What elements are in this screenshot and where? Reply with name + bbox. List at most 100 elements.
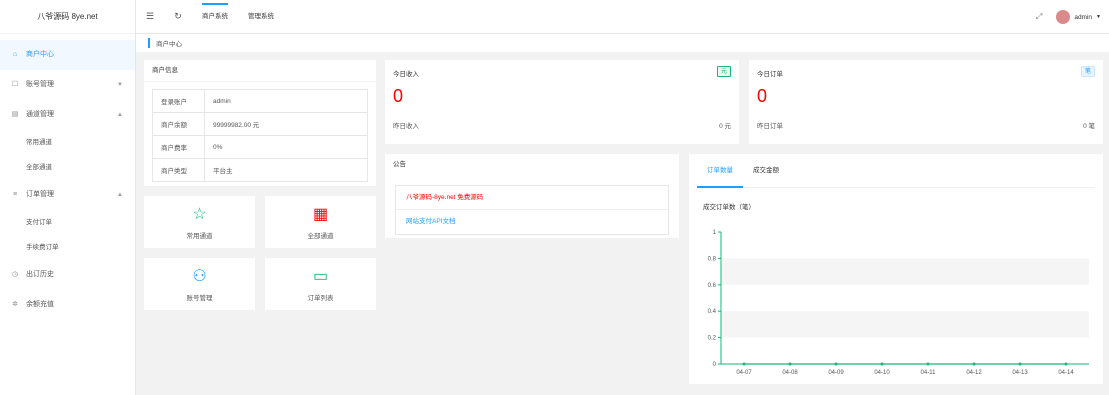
orders-unit-badge: 笔 [1080,66,1095,77]
sidebar-item-orders[interactable]: ≡ 订单管理 ▲ [0,180,135,210]
row-key: 登录账户 [152,89,205,113]
orders-card: 今日订单 笔 0 昨日订单 0 笔 [749,60,1103,144]
orders-title: 今日订单 [757,71,783,78]
row-value: 99999982.00 元 [204,112,368,136]
gear-icon: ✲ [12,301,18,308]
x-tick-label: 04-08 [782,370,798,376]
sidebar-item-accounts[interactable]: ☐ 账号管理 ▼ [0,70,135,100]
caret-down-icon: ▼ [1096,14,1101,20]
x-tick-label: 04-13 [1012,370,1028,376]
orders-yesterday-label: 昨日订单 [757,123,783,130]
quick-accounts[interactable]: ⚇ 账号管理 [144,258,255,310]
x-tick-label: 04-11 [921,370,937,376]
home-icon: ⌂ [12,51,18,58]
breadcrumb: 商户中心 [136,34,1109,52]
row-key: 商户费率 [152,135,205,159]
row-value: 0% [204,135,368,159]
sidebar-subitem-all-channels[interactable]: 全部通道 [0,155,135,180]
x-tick-label: 04-14 [1058,370,1074,376]
income-unit-badge: 元 [716,66,731,77]
menu-toggle-icon[interactable]: ☰ [136,11,164,22]
quick-label: 常用通道 [186,233,213,240]
x-tick-label: 04-10 [874,370,890,376]
data-point [1064,362,1068,366]
quick-label: 全部通道 [307,233,334,240]
notice-card: 公告 八爷源码-8ye.net 免费源码 网站支付API文档 [385,154,679,238]
account-card: 商户信息 登录账户 admin 商户余额 99999982.00 元 商户费率 0% … [144,60,376,186]
sidebar-item-merchant-center[interactable]: ⌂ 商户中心 [0,40,135,70]
income-value: 0 [393,86,404,106]
sidebar-item-channels[interactable]: ▤ 通道管理 ▲ [0,100,135,130]
star-icon: ☆ [192,206,207,223]
sidebar-item-label: 订单管理 [26,191,54,198]
top-link-merchant[interactable]: 商户系统 [192,0,238,34]
sidebar-item-label: 商户中心 [26,51,54,58]
row-key: 商户类型 [152,158,205,182]
row-value: admin [204,89,368,113]
orders-value: 0 [757,86,768,106]
data-point [834,362,838,366]
sidebar-item-label: 余额充值 [26,301,54,308]
user-icon: ☐ [11,81,19,88]
data-point [926,362,930,366]
sidebar-subitem-fee-orders[interactable]: 手续费订单 [0,235,135,260]
grid-band [721,311,1089,338]
user-name: admin [1074,13,1093,21]
sidebar-item-label: 出订历史 [26,271,54,278]
sidebar-subitem-pay-orders[interactable]: 支付订单 [0,210,135,235]
y-tick-label: 0 [713,362,717,368]
data-point [1018,362,1022,366]
quick-label: 订单列表 [307,295,334,302]
notice-link[interactable]: 网站支付API文档 [396,210,668,234]
notice-title: 公告 [393,161,406,168]
income-card: 今日收入 元 0 昨日收入 0 元 [385,60,739,144]
row-value: 平台主 [204,158,368,182]
y-tick-label: 0.8 [708,256,717,262]
refresh-icon[interactable]: ↻ [164,11,192,22]
quick-label: 账号管理 [186,295,213,302]
grid-icon: ▦ [312,206,329,223]
breadcrumb-label: 商户中心 [156,41,182,48]
x-tick-label: 04-09 [828,370,844,376]
avatar [1056,10,1071,24]
users-icon: ⚇ [192,268,207,285]
income-yesterday-label: 昨日收入 [393,123,419,130]
quick-common-channels[interactable]: ☆ 常用通道 [144,196,255,248]
file-icon: ▭ [312,268,329,285]
list-icon: ▤ [11,111,19,118]
sidebar: 八爷源码 8ye.net ⌂ 商户中心 ☐ 账号管理 ▼ ▤ 通道管理 ▲ 常用… [0,0,136,395]
chevron-down-icon: ▼ [117,82,123,88]
income-title: 今日收入 [393,71,419,78]
y-tick-label: 1 [713,230,717,236]
orders-yesterday-value: 0 笔 [1083,123,1095,130]
sidebar-item-label: 通道管理 [26,111,54,118]
line-chart: 0 0.2 0.4 0.6 0.8 1 04-07 04-08 04-09 04-10 04-11 0… [708,230,1089,376]
top-bar: ☰ ↻ 商户系统 管理系统 ⤢ admin ▼ [136,0,1109,34]
user-menu[interactable]: admin ▼ [1056,10,1101,24]
data-point [788,362,792,366]
data-point [880,362,884,366]
menu-icon: ≡ [12,191,18,198]
account-table: 登录账户 admin 商户余额 99999982.00 元 商户费率 0% 商户类型平… [152,89,368,182]
table-row: 登录账户 admin [152,89,368,113]
clock-icon: ◷ [11,271,19,278]
table-row: 商户类型 平台主 [152,158,368,182]
chevron-up-icon: ▲ [117,112,123,118]
sidebar-item-recharge[interactable]: ✲ 余额充值 [0,290,135,320]
row-key: 商户余额 [152,112,205,136]
chevron-up-icon: ▲ [117,192,123,198]
sidebar-subitem-common-channels[interactable]: 常用通道 [0,130,135,155]
notice-link[interactable]: 八爷源码-8ye.net 免费源码 [396,186,668,210]
sidebar-item-label: 账号管理 [26,81,54,88]
data-point [972,362,976,366]
top-link-admin[interactable]: 管理系统 [238,0,284,34]
data-point [742,362,746,366]
quick-all-channels[interactable]: ▦ 全部通道 [265,196,376,248]
fullscreen-icon[interactable]: ⤢ [1036,12,1042,22]
y-tick-label: 0.2 [708,336,717,342]
app-logo: 八爷源码 8ye.net [0,0,135,34]
notice-list: 八爷源码-8ye.net 免费源码 网站支付API文档 [395,185,669,235]
sidebar-item-history[interactable]: ◷ 出订历史 [0,260,135,290]
quick-order-list[interactable]: ▭ 订单列表 [265,258,376,310]
table-row: 商户余额 99999982.00 元 [152,112,368,136]
